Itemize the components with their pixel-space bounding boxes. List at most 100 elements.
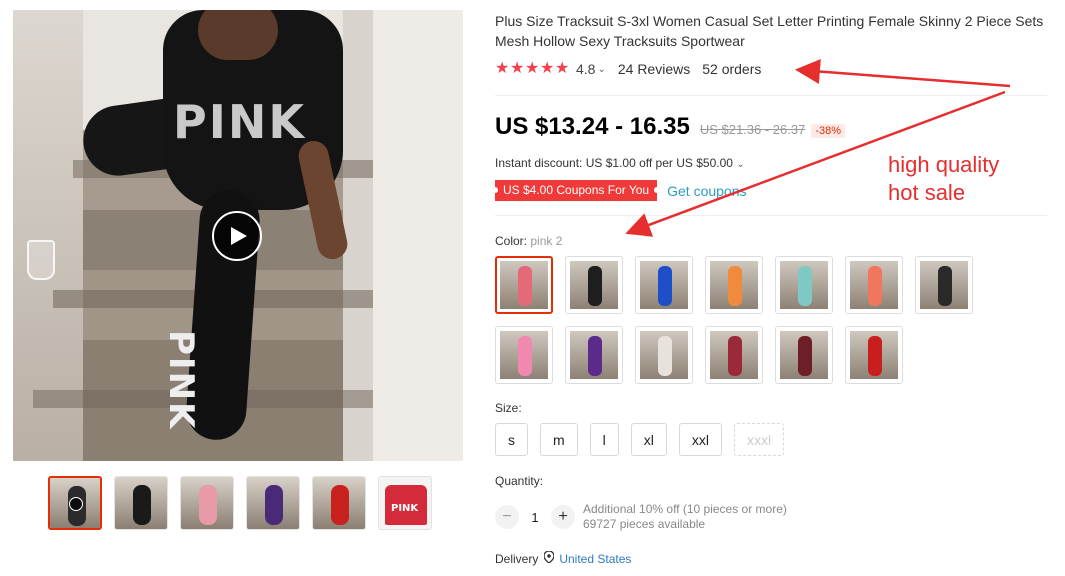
promo-annotation: high quality hot sale: [888, 151, 999, 207]
rating-value[interactable]: 4.8: [576, 61, 595, 77]
model-head: [198, 10, 278, 60]
quantity-input[interactable]: 1: [519, 510, 551, 525]
quantity-stepper: − 1 + Additional 10% off (10 pieces or m…: [495, 502, 787, 532]
main-product-image[interactable]: PINK PINK: [13, 10, 463, 461]
chevron-down-icon[interactable]: ⌄: [597, 64, 605, 75]
swatch-figure: [658, 336, 672, 376]
thumbnail-figure: [133, 485, 151, 525]
bulk-discount-text: Additional 10% off (10 pieces or more): [583, 502, 787, 516]
color-swatch-white[interactable]: [635, 326, 693, 384]
gallery-thumbnail[interactable]: [312, 476, 366, 530]
size-option-m[interactable]: m: [540, 423, 578, 456]
divider: [495, 215, 1047, 216]
instant-discount[interactable]: Instant discount: US $1.00 off per US $5…: [495, 156, 745, 170]
rating-row: ★ ★ ★ ★ ★ 4.8 ⌄ 24 Reviews 52 orders: [495, 60, 761, 78]
thumbnail-image: [247, 477, 299, 529]
swatch-image: [850, 331, 898, 379]
delivery-country-link[interactable]: United States: [559, 552, 631, 566]
size-label: Size:: [495, 401, 522, 415]
get-coupons-link[interactable]: Get coupons: [667, 183, 746, 199]
star-icon: ★: [555, 60, 570, 77]
size-option-s[interactable]: s: [495, 423, 528, 456]
thumbnail-image: [115, 477, 167, 529]
gallery-thumbnail[interactable]: [114, 476, 168, 530]
delivery-row: Delivery United States: [495, 550, 631, 566]
quantity-info: Additional 10% off (10 pieces or more) 6…: [583, 502, 787, 532]
annotation-line2: hot sale: [888, 180, 966, 205]
color-swatch-orange[interactable]: [705, 256, 763, 314]
swatch-figure: [868, 266, 882, 306]
thumbnail-figure: [331, 485, 349, 525]
color-swatch-pink[interactable]: [495, 326, 553, 384]
price-row: US $13.24 - 16.35 US $21.36 - 26.37 -38%: [495, 113, 846, 141]
color-swatch-coral[interactable]: [845, 256, 903, 314]
swatch-figure: [658, 266, 672, 306]
available-stock-text: 69727 pieces available: [583, 517, 706, 531]
rating-stars: ★ ★ ★ ★ ★: [495, 60, 570, 77]
coupon-row: US $4.00 Coupons For You Get coupons: [491, 180, 747, 201]
shirt-print-text: PINK: [173, 95, 306, 149]
size-option-l[interactable]: l: [589, 423, 619, 456]
quantity-label: Quantity:: [495, 474, 544, 488]
swatch-figure: [588, 266, 602, 306]
thumbnail-image: [313, 477, 365, 529]
swatch-figure: [518, 336, 532, 376]
swatch-figure: [798, 266, 812, 306]
swatch-image: [710, 331, 758, 379]
swatch-figure: [728, 266, 742, 306]
color-swatch-red[interactable]: [845, 326, 903, 384]
color-swatches: [495, 256, 995, 384]
color-label-text: Color:: [495, 234, 528, 248]
thumbnail-image: [181, 477, 233, 529]
star-icon: ★: [510, 60, 525, 77]
discount-badge: -38%: [811, 124, 846, 138]
size-options: s m l xl xxl xxxl: [495, 423, 785, 456]
star-icon: ★: [540, 60, 555, 77]
swatch-figure: [518, 266, 532, 306]
swatch-image: [500, 261, 548, 309]
swatch-image: [920, 261, 968, 309]
play-icon: [69, 497, 83, 511]
arrow-annotation: [795, 59, 1011, 88]
color-swatch-black-2[interactable]: [915, 256, 973, 314]
gallery-thumbnail[interactable]: [48, 476, 102, 530]
star-icon: ★: [495, 60, 510, 77]
video-play-button[interactable]: [212, 211, 262, 261]
color-swatch-blue[interactable]: [635, 256, 693, 314]
leg-print-text: PINK: [161, 330, 201, 431]
thumbnail-strip: PINK: [48, 476, 432, 530]
swatch-figure: [798, 336, 812, 376]
coupon-badge: US $4.00 Coupons For You: [491, 180, 661, 201]
reviews-link[interactable]: 24 Reviews: [618, 61, 690, 77]
color-swatch-burgundy[interactable]: [775, 326, 833, 384]
swatch-figure: [938, 266, 952, 306]
minus-icon: −: [502, 508, 512, 525]
color-swatch-wine[interactable]: [705, 326, 763, 384]
color-label: Color: pink 2: [495, 234, 562, 248]
size-option-xl[interactable]: xl: [630, 423, 667, 456]
swatch-figure: [868, 336, 882, 376]
swatch-figure: [728, 336, 742, 376]
wine-glass: [27, 240, 55, 280]
gallery-thumbnail[interactable]: [246, 476, 300, 530]
swatch-image: [710, 261, 758, 309]
current-price: US $13.24 - 16.35: [495, 113, 690, 140]
swatch-image: [640, 261, 688, 309]
size-option-xxxl[interactable]: xxxl: [734, 423, 785, 456]
star-icon: ★: [525, 60, 540, 77]
color-swatch-black[interactable]: [565, 256, 623, 314]
chevron-down-icon: ⌄: [736, 159, 745, 170]
thumbnail-shirt: PINK: [385, 485, 427, 525]
color-swatch-pink-2[interactable]: [495, 256, 553, 314]
size-option-xxl[interactable]: xxl: [678, 423, 723, 456]
swatch-image: [640, 331, 688, 379]
color-swatch-purple[interactable]: [565, 326, 623, 384]
swatch-image: [850, 261, 898, 309]
gallery-thumbnail[interactable]: PINK: [378, 476, 432, 530]
minus-button[interactable]: −: [495, 505, 519, 529]
gallery-thumbnail[interactable]: [180, 476, 234, 530]
thumbnail-figure: [265, 485, 283, 525]
plus-button[interactable]: +: [551, 505, 575, 529]
divider: [495, 95, 1047, 96]
color-swatch-aqua[interactable]: [775, 256, 833, 314]
